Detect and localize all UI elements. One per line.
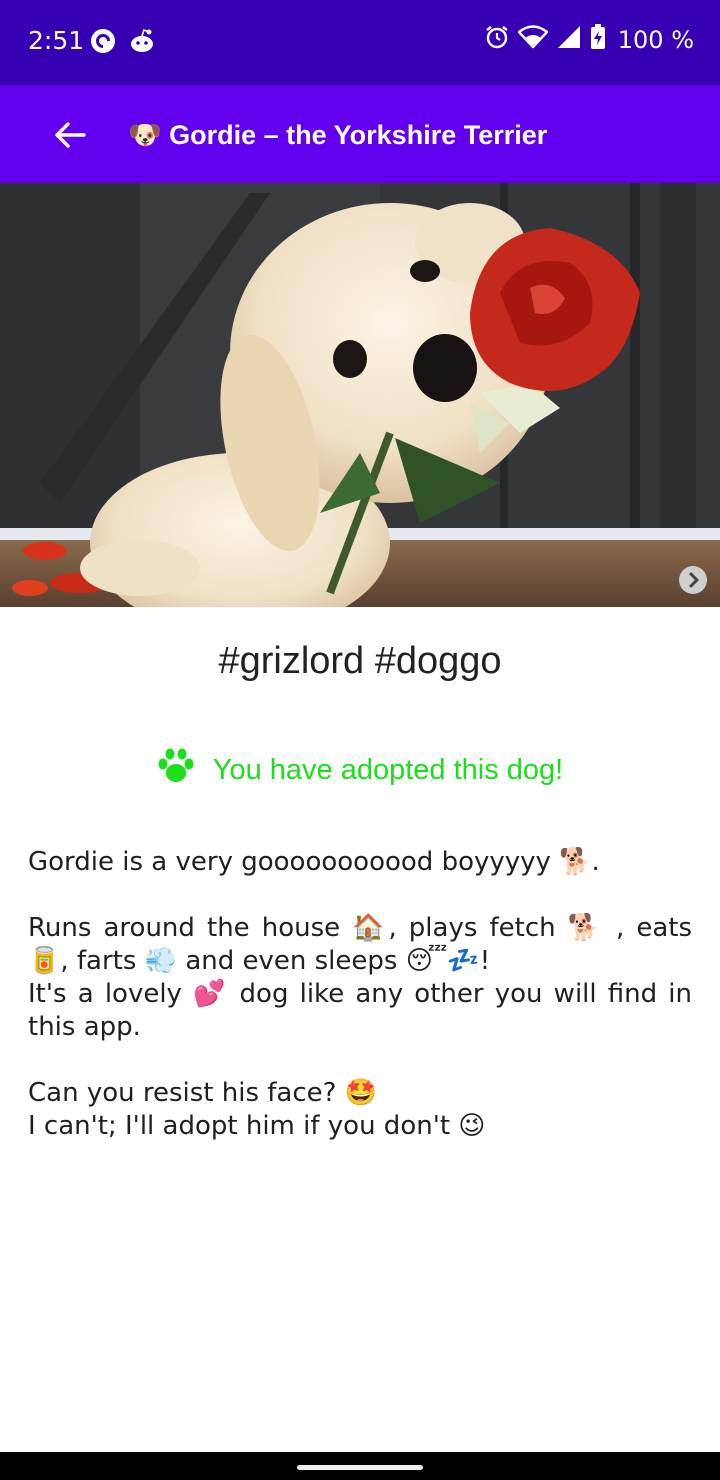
description-line: It's a lovely 💕 dog like any other you w… <box>28 979 692 1042</box>
cell-signal-icon <box>556 24 582 55</box>
battery-charging-icon <box>590 24 606 55</box>
wifi-icon <box>517 25 548 54</box>
alarm-icon <box>484 24 510 55</box>
description-line: Runs around the house 🏠, plays fetch 🐕 ,… <box>28 913 692 976</box>
chevron-right-icon <box>689 572 699 588</box>
next-photo-button[interactable] <box>679 566 707 594</box>
arrow-left-icon <box>55 122 86 148</box>
reddit-icon <box>128 28 156 59</box>
status-bar: 2:51 100 % <box>0 0 720 85</box>
app-bar: 🐶 Gordie – the Yorkshire Terrier <box>0 85 720 183</box>
page-title: 🐶 Gordie – the Yorkshire Terrier <box>128 120 548 150</box>
dog-description: Gordie is a very gooooooooood boyyyyy 🐕.… <box>28 846 692 1143</box>
dog-photo[interactable] <box>0 183 720 607</box>
pocket-casts-icon <box>90 28 116 59</box>
description-line: Gordie is a very gooooooooood boyyyyy 🐕. <box>28 847 600 877</box>
paw-icon <box>157 748 195 792</box>
battery-percent: 100 % <box>617 25 694 54</box>
back-button[interactable] <box>48 113 92 157</box>
description-line: I can't; I'll adopt him if you don't 😉 <box>28 1111 486 1141</box>
status-time: 2:51 <box>28 26 85 55</box>
adopted-text: You have adopted this dog! <box>212 753 564 786</box>
home-gesture-handle[interactable] <box>297 1465 423 1470</box>
hashtags: #grizlord #doggo <box>218 640 502 682</box>
navigation-bar <box>0 1452 720 1480</box>
description-line: Can you resist his face? 🤩 <box>28 1078 378 1108</box>
adopted-status: You have adopted this dog! <box>0 748 720 792</box>
